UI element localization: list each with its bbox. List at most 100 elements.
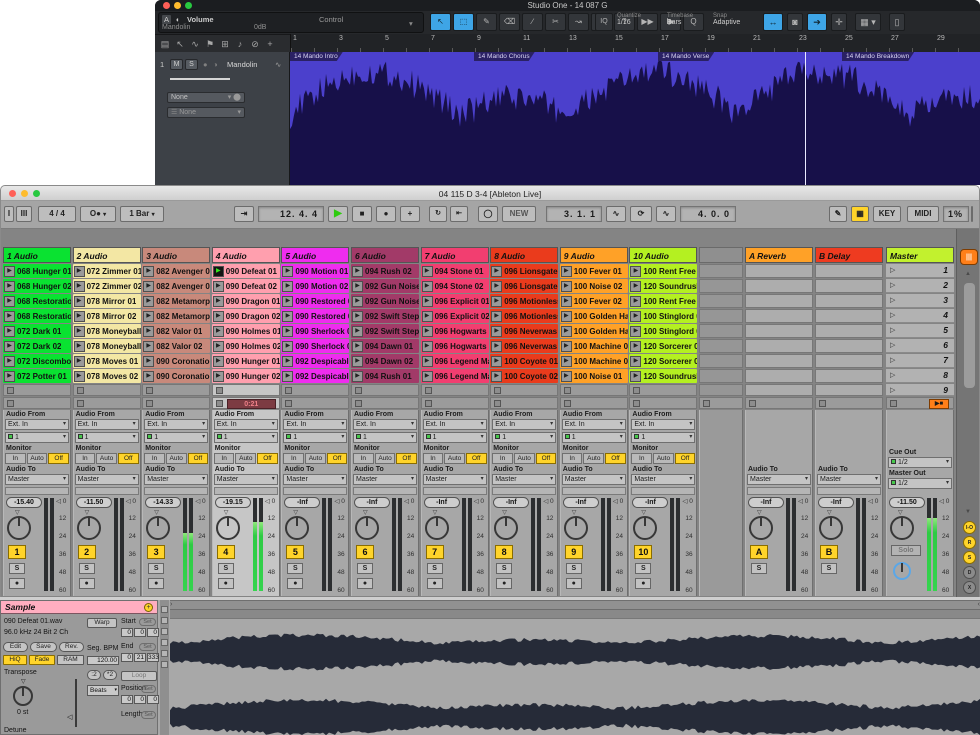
output-select[interactable]: Master▾ bbox=[817, 474, 881, 485]
clip-slot[interactable]: ▶068 Hunger 01 bbox=[3, 264, 71, 278]
scene-slot[interactable]: ▷2 bbox=[886, 279, 954, 293]
clip-slot[interactable]: ▶090 Restored 02 bbox=[281, 309, 349, 323]
clip-play-icon[interactable]: ▶ bbox=[74, 341, 85, 352]
tempo-follow-button[interactable]: III bbox=[16, 206, 32, 222]
note-icon[interactable]: ♪ bbox=[233, 36, 247, 52]
solo-button[interactable]: S bbox=[635, 563, 651, 574]
fade-button[interactable]: Fade bbox=[29, 655, 55, 665]
pan-knob[interactable] bbox=[494, 516, 518, 540]
monitor-off-button[interactable]: Off bbox=[536, 453, 557, 464]
track-header[interactable]: 5 Audio bbox=[281, 247, 349, 263]
add-icon[interactable]: + bbox=[263, 36, 277, 52]
clip-play-icon[interactable]: ▶ bbox=[282, 266, 293, 277]
clip-play-icon[interactable]: ▶ bbox=[143, 341, 154, 352]
monitor-off-button[interactable]: Off bbox=[188, 453, 209, 464]
monitor-auto-button[interactable]: Auto bbox=[27, 453, 48, 464]
scene-play-icon[interactable]: ▷ bbox=[890, 371, 895, 379]
track-activator-button[interactable]: B bbox=[820, 545, 838, 559]
clip-slot[interactable]: ▶090 Defeat 01 bbox=[212, 264, 280, 278]
clip-play-icon[interactable]: ▶ bbox=[4, 296, 15, 307]
empty-clip-slot[interactable] bbox=[73, 384, 141, 396]
time-field[interactable]: 0 bbox=[147, 695, 159, 704]
clip-slot[interactable]: ▶120 Sorcerer 01 bbox=[629, 339, 697, 353]
clip-slot[interactable]: ▶096 Lionsgate 0 bbox=[490, 264, 558, 278]
clip-slot[interactable]: ▶100 Noise 01 bbox=[560, 369, 628, 383]
clip-slot[interactable]: ▶078 Moneyball 0 bbox=[73, 324, 141, 338]
gain-slider-handle[interactable]: ◁ bbox=[67, 713, 72, 721]
clip-play-icon[interactable]: ▶ bbox=[74, 326, 85, 337]
clip-play-icon[interactable]: ▶ bbox=[352, 356, 363, 367]
monitor-auto-button[interactable]: Auto bbox=[235, 453, 256, 464]
clip-play-icon[interactable]: ▶ bbox=[422, 266, 433, 277]
track-activator-button[interactable]: A bbox=[750, 545, 768, 559]
clip-play-icon[interactable]: ▶ bbox=[422, 326, 433, 337]
clip-stop-icon[interactable] bbox=[749, 400, 756, 407]
scene-play-icon[interactable]: ▷ bbox=[890, 356, 895, 364]
clip-stop-icon[interactable] bbox=[494, 387, 501, 394]
clip-slot[interactable]: ▶078 Mirror 01 bbox=[73, 294, 141, 308]
clip-play-icon[interactable]: ▶ bbox=[213, 326, 224, 337]
track-header[interactable]: 2 Audio bbox=[73, 247, 141, 263]
clip-slot[interactable]: ▶120 Soundrush bbox=[629, 279, 697, 293]
scene-slot[interactable]: ▷3 bbox=[886, 294, 954, 308]
solo-button[interactable]: S bbox=[79, 563, 95, 574]
output-select[interactable]: Master▾ bbox=[283, 474, 347, 485]
monitor-off-button[interactable]: Off bbox=[327, 453, 348, 464]
pan-knob[interactable] bbox=[819, 516, 843, 540]
clip-play-icon[interactable]: ▶ bbox=[630, 356, 641, 367]
clock-icon[interactable]: ⊘ bbox=[248, 36, 262, 52]
clip-play-icon[interactable]: ▶ bbox=[561, 341, 572, 352]
solo-button[interactable]: S bbox=[148, 563, 164, 574]
clip-play-icon[interactable]: ▶ bbox=[491, 326, 502, 337]
solo-button[interactable]: S bbox=[218, 563, 234, 574]
clip-stop-icon[interactable] bbox=[564, 400, 571, 407]
timebase-value[interactable]: Bars bbox=[667, 19, 709, 26]
input-channel-select[interactable]: 1▾ bbox=[144, 432, 208, 443]
clip-slot[interactable]: ▶068 Restoration bbox=[3, 294, 71, 308]
envelope-box-icon[interactable] bbox=[161, 628, 168, 635]
empty-clip-slot[interactable] bbox=[212, 384, 280, 396]
clip-slot[interactable]: ▶094 Dawn 02 bbox=[351, 354, 419, 368]
clip-slot[interactable]: ▶100 Stinglord 01 bbox=[629, 309, 697, 323]
clip-play-icon[interactable]: ▶ bbox=[282, 281, 293, 292]
input-channel-select[interactable]: 1▾ bbox=[214, 432, 278, 443]
clip-play-icon[interactable]: ▶ bbox=[352, 311, 363, 322]
envelope-box-icon[interactable] bbox=[161, 661, 168, 668]
clip-stop-icon[interactable] bbox=[77, 387, 84, 394]
clip-stop-icon[interactable] bbox=[355, 400, 362, 407]
show-delay[interactable]: D bbox=[963, 566, 976, 579]
clip-play-icon[interactable]: ▶ bbox=[143, 371, 154, 382]
transpose-knob[interactable] bbox=[13, 686, 33, 706]
input-type-select[interactable]: Ext. In▾ bbox=[492, 419, 556, 430]
track-activator-button[interactable]: 1 bbox=[8, 545, 26, 559]
clip-play-icon[interactable]: ▶ bbox=[561, 266, 572, 277]
snap-group[interactable]: Snap Adaptive bbox=[713, 13, 759, 31]
input-channel-select[interactable]: 1▾ bbox=[562, 432, 626, 443]
clip-stop-icon[interactable] bbox=[7, 400, 14, 407]
monitor-in-button[interactable]: In bbox=[631, 453, 652, 464]
track-header[interactable]: 3 Audio bbox=[142, 247, 210, 263]
track-header[interactable]: 9 Audio bbox=[560, 247, 628, 263]
clip-stop-icon[interactable] bbox=[494, 400, 501, 407]
track-activator-button[interactable]: 10 bbox=[634, 545, 652, 559]
solo-button[interactable]: S bbox=[496, 563, 512, 574]
clip-play-icon[interactable]: ▶ bbox=[561, 371, 572, 382]
envelope-box-icon[interactable] bbox=[161, 606, 168, 613]
clip-slot[interactable]: ▶078 Moneyball 0 bbox=[73, 339, 141, 353]
input-quantize-button[interactable]: IQ bbox=[595, 13, 613, 31]
clip-slot[interactable]: ▶120 Soundrush 0 bbox=[629, 369, 697, 383]
clip-slot[interactable]: ▶096 Motionless bbox=[490, 294, 558, 308]
track-status-slot[interactable] bbox=[142, 397, 210, 409]
time-field[interactable]: 0 bbox=[147, 628, 159, 637]
input-type-select[interactable]: Ext. In▾ bbox=[353, 419, 417, 430]
clip-play-icon[interactable]: ▶ bbox=[4, 311, 15, 322]
time-field[interactable]: 0 bbox=[121, 653, 133, 662]
mute-button[interactable]: M bbox=[170, 59, 183, 70]
empty-clip-slot[interactable] bbox=[351, 384, 419, 396]
scene-slot[interactable]: ▷6 bbox=[886, 339, 954, 353]
clip-play-icon[interactable]: ▶ bbox=[74, 281, 85, 292]
timebase-group[interactable]: Timebase Bars bbox=[667, 13, 709, 31]
scene-play-icon[interactable]: ▷ bbox=[890, 266, 895, 274]
clip-play-icon[interactable]: ▶ bbox=[282, 341, 293, 352]
arrangement-position[interactable]: 12. 4. 4 bbox=[258, 206, 324, 222]
